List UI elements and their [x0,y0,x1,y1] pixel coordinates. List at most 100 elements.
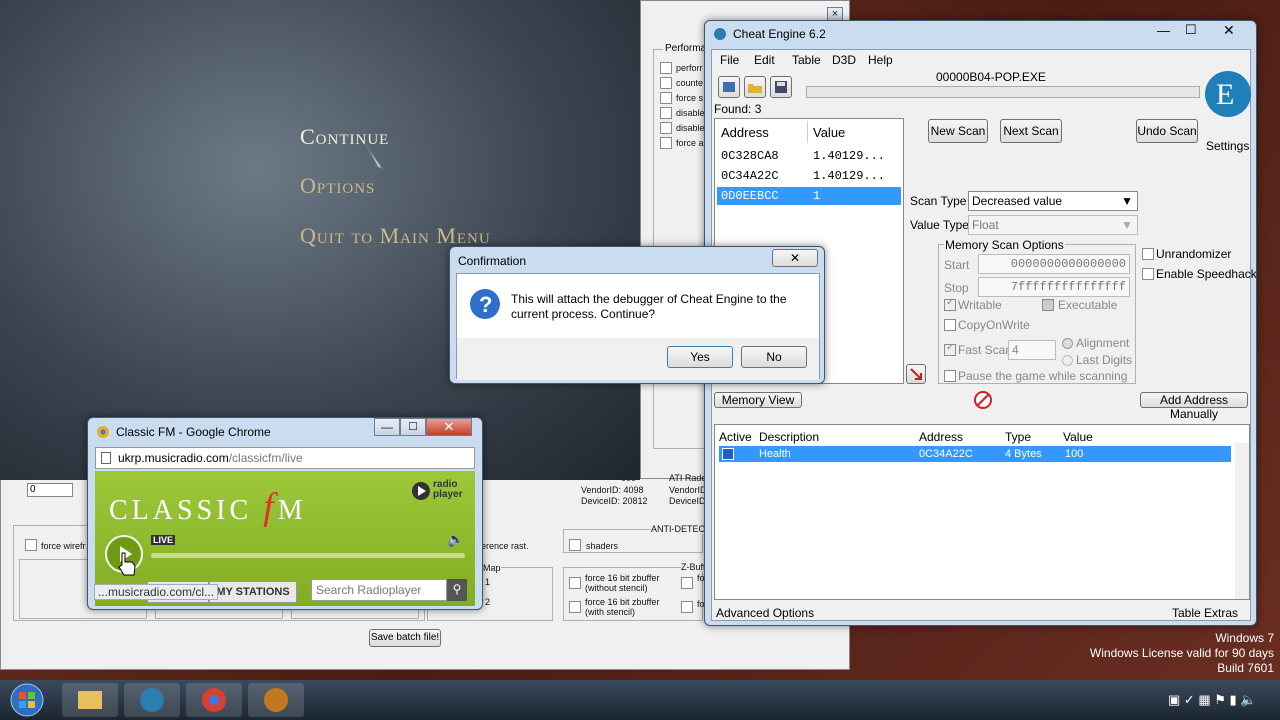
progress-track[interactable] [151,553,465,558]
pause-game-checkbox[interactable] [944,370,956,382]
scan-type-select[interactable]: Decreased value ▼ [968,191,1138,211]
executable-checkbox[interactable] [1042,299,1054,311]
zbuf-nostencil-label: force 16 bit zbuffer (without stencil) [585,573,660,593]
zbuf-stencil-checkbox[interactable] [569,601,581,613]
window-title: Classic FM - Google Chrome [116,425,271,439]
unrandomizer-checkbox[interactable] [1142,248,1154,260]
zbuf-short-2-checkbox[interactable] [681,601,693,613]
process-select-icon[interactable] [718,76,740,98]
chrome-taskbar-icon[interactable] [186,683,242,717]
search-icon[interactable]: ⚲ [447,579,467,601]
start-address-input[interactable]: 0000000000000000 [978,254,1130,274]
menu-edit[interactable]: Edit [754,53,775,67]
table-extras-link[interactable]: Table Extras [1172,606,1238,620]
menu-d3d[interactable]: D3D [832,53,856,67]
result-row-selected[interactable]: 0D0EEBCC 1 [717,187,901,205]
copyonwrite-checkbox[interactable] [944,319,956,331]
unrandomizer-label: Unrandomizer [1156,247,1232,261]
fast-scan-checkbox[interactable]: ✓ [944,342,956,356]
search-input[interactable]: Search Radioplayer [311,579,447,601]
live-badge: LIVE [151,535,176,545]
address-table[interactable]: Active Description Address Type Value He… [714,424,1250,600]
col-address[interactable]: Address [919,430,963,444]
shaders-label: shaders [586,541,619,551]
close-icon[interactable]: × [827,7,843,21]
explorer-taskbar-icon[interactable] [62,683,118,717]
alignment-radio[interactable] [1062,338,1073,349]
map-label: Map [483,563,501,573]
open-icon[interactable] [744,76,766,98]
save-batch-button[interactable]: Save batch file! [369,629,441,647]
my-stations-tab[interactable]: MY STATIONS [209,581,297,603]
menu-file[interactable]: File [720,53,739,67]
volume-icon[interactable]: 🔈 [447,531,464,548]
save-icon[interactable] [770,76,792,98]
table-scrollbar[interactable] [1235,443,1249,599]
start-button-icon[interactable] [8,682,46,718]
menu-help[interactable]: Help [868,53,893,67]
col-value[interactable]: Value [813,125,845,140]
stop-address-input[interactable]: 7fffffffffffffff [978,277,1130,297]
perf-checkbox[interactable] [660,107,672,119]
close-icon[interactable]: ✕ [426,418,472,436]
tray-icons[interactable]: ▣ ✓ ▦ ⚑ ▮ 🔈 [1168,692,1257,708]
fast-scan-input[interactable]: 4 [1008,340,1056,360]
stop-icon[interactable] [974,391,992,409]
chevron-down-icon: ▼ [1121,218,1133,232]
minimize-icon[interactable]: — [374,418,400,436]
col-type[interactable]: Type [1005,430,1031,444]
new-scan-button[interactable]: New Scan [928,119,988,143]
chrome-window: Classic FM - Google Chrome — ☐ ✕ ukrp.mu… [87,417,483,610]
gpu-line-4: DeviceID [669,496,706,506]
menu-table[interactable]: Table [792,53,821,67]
writable-checkbox[interactable]: ✓ [944,297,956,311]
menu-options[interactable]: Options [300,173,375,199]
force-wireframe-checkbox[interactable] [25,539,37,551]
undo-scan-button[interactable]: Undo Scan [1136,119,1198,143]
active-checkbox[interactable] [722,448,734,460]
add-address-manually-button[interactable]: Add Address Manually [1140,392,1248,421]
maximize-icon[interactable]: ☐ [1185,22,1197,38]
cheat-engine-logo-icon[interactable]: E [1202,68,1254,128]
table-row[interactable]: Health 0C34A22C 4 Bytes 100 [719,446,1231,462]
value-field[interactable]: 0 [27,483,73,497]
perf-checkbox[interactable] [660,62,672,74]
gpu-line-1: VendorID: 4098 [581,485,644,495]
col-active[interactable]: Active [719,430,752,444]
radioplayer-brand: radio player [433,480,462,500]
result-value: 1.40129... [813,149,886,163]
logo-right: M [277,495,307,526]
last-digits-radio[interactable] [1062,355,1073,366]
page-icon [101,452,111,464]
zbuf-short-1-checkbox[interactable] [681,577,693,589]
col-description[interactable]: Description [759,430,819,444]
speedhack-checkbox[interactable] [1142,268,1154,280]
minimize-icon[interactable]: — [1157,23,1170,38]
perf-checkbox[interactable] [660,92,672,104]
yes-button[interactable]: Yes [667,346,733,368]
col-value[interactable]: Value [1063,430,1093,444]
close-icon[interactable]: ✕ [1223,22,1235,39]
value-type-select[interactable]: Float ▼ [968,215,1138,235]
maximize-icon[interactable]: ☐ [400,418,426,436]
close-icon[interactable]: ✕ [772,249,818,267]
advanced-options-link[interactable]: Advanced Options [716,606,814,620]
next-scan-button[interactable]: Next Scan [1000,119,1062,143]
perf-checkbox[interactable] [660,122,672,134]
col-address[interactable]: Address [721,125,769,140]
result-row[interactable]: 0C328CA8 1.40129... [717,147,901,165]
zbuf-nostencil-checkbox[interactable] [569,577,581,589]
cheat-engine-taskbar-icon[interactable] [124,683,180,717]
perf-checkbox[interactable] [660,137,672,149]
memory-view-button[interactable]: Memory View [714,392,802,408]
fast-scan-label: Fast Scan [958,343,1013,357]
pointer-arrow-icon[interactable] [906,364,926,384]
settings-label[interactable]: Settings [1206,139,1249,153]
address-bar[interactable]: ukrp.musicradio.com/classicfm/live [95,447,475,469]
game-taskbar-icon[interactable] [248,683,304,717]
perf-checkbox[interactable] [660,77,672,89]
shaders-checkbox[interactable] [569,539,581,551]
result-row[interactable]: 0C34A22C 1.40129... [717,167,901,185]
row-description: Health [759,448,791,460]
no-button[interactable]: No [741,346,807,368]
